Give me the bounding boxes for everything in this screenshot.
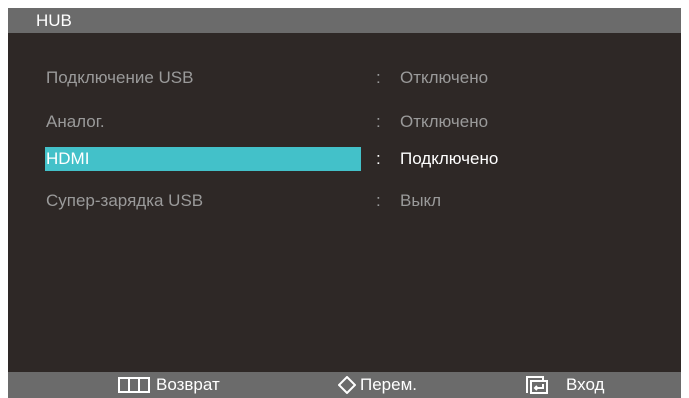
return-button[interactable]: Возврат xyxy=(118,372,238,398)
menu-item-hdmi[interactable]: HDMI : Подключено xyxy=(8,146,681,172)
move-label: Перем. xyxy=(360,375,417,394)
menu-item-value: Отключено xyxy=(400,112,489,131)
menu-item-usb-supercharging[interactable]: Супер-зарядка USB : Выкл xyxy=(8,188,681,214)
menu-item-separator: : xyxy=(376,68,381,87)
enter-button[interactable]: Вход xyxy=(526,372,636,398)
menu-item-label: HDMI xyxy=(46,149,90,168)
menu-list: Подключение USB : Отключено Аналог. : От… xyxy=(8,8,681,288)
move-button[interactable]: Перем. xyxy=(338,372,448,398)
osd-panel: HUB Подключение USB : Отключено Аналог. … xyxy=(8,8,681,398)
menu-item-separator: : xyxy=(376,191,381,210)
menu-item-usb-connection[interactable]: Подключение USB : Отключено xyxy=(8,65,681,91)
menu-item-analog[interactable]: Аналог. : Отключено xyxy=(8,109,681,135)
menu-item-value: Выкл xyxy=(400,191,442,210)
menu-item-value: Отключено xyxy=(400,68,489,87)
menu-item-value: Подключено xyxy=(400,149,499,168)
diamond-nav-icon xyxy=(338,376,356,394)
menu-item-separator: : xyxy=(376,149,381,168)
menu-bars-icon xyxy=(118,377,150,393)
menu-item-label: Супер-зарядка USB xyxy=(46,191,204,210)
bottom-bar: Возврат Перем. Вход xyxy=(8,372,681,398)
enter-source-icon xyxy=(526,376,548,394)
enter-label: Вход xyxy=(566,375,605,394)
selection-highlight xyxy=(45,147,361,171)
menu-item-label: Аналог. xyxy=(46,112,105,131)
menu-item-separator: : xyxy=(376,112,381,131)
menu-item-label: Подключение USB xyxy=(46,68,194,87)
return-label: Возврат xyxy=(156,375,220,394)
